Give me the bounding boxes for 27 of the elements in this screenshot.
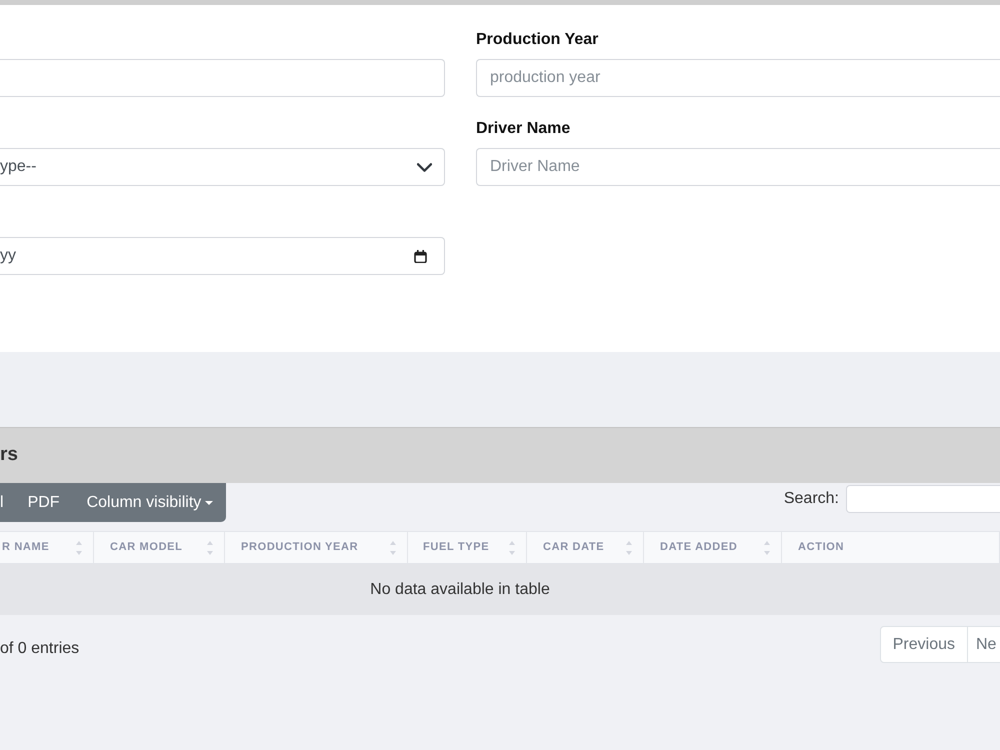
text-field[interactable] bbox=[0, 59, 445, 97]
column-header[interactable]: PRODUCTION YEAR bbox=[225, 532, 408, 563]
section-title: rs bbox=[0, 443, 18, 468]
dropdown-button[interactable]: Column visibility bbox=[74, 483, 226, 522]
column-header: ACTION bbox=[782, 532, 1000, 563]
column-header[interactable]: CAR DATE bbox=[527, 532, 644, 563]
text-field[interactable]: Driver Name bbox=[476, 148, 1000, 186]
column-header[interactable]: FUEL TYPE bbox=[408, 532, 527, 563]
field-label: Driver Name bbox=[476, 119, 572, 139]
search-label: Search: bbox=[784, 489, 839, 509]
column-header[interactable]: DATE ADDED bbox=[644, 532, 782, 563]
column-header[interactable]: CAR MODEL bbox=[94, 532, 225, 563]
select-field[interactable]: ype-- bbox=[0, 148, 445, 186]
toolbar-button[interactable]: PDF bbox=[14, 483, 74, 522]
text-field[interactable]: production year bbox=[476, 59, 1000, 97]
date-field[interactable]: yy bbox=[0, 237, 445, 275]
search-field[interactable] bbox=[846, 485, 1000, 513]
pagination-button[interactable]: Previous bbox=[880, 626, 968, 663]
field-label: Production Year bbox=[476, 30, 600, 50]
empty-table-message: No data available in table bbox=[0, 564, 1000, 615]
chevron-down-icon bbox=[417, 162, 432, 172]
calendar-icon bbox=[414, 250, 427, 262]
pagination-button[interactable]: Ne bbox=[968, 626, 1000, 663]
toolbar-button[interactable]: l bbox=[0, 483, 14, 522]
column-header[interactable]: R NAME bbox=[0, 532, 94, 563]
table-info: of 0 entries bbox=[0, 639, 80, 659]
caret-down-icon bbox=[205, 500, 214, 504]
